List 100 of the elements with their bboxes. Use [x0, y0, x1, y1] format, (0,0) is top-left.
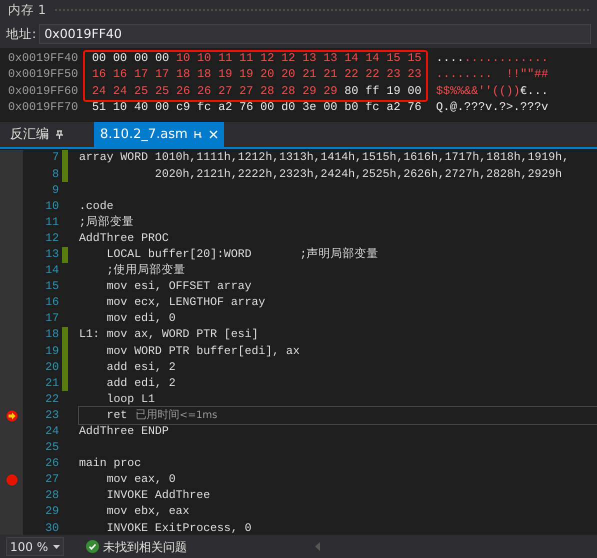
hex-byte: 23: [407, 66, 422, 83]
hex-byte: 28: [260, 82, 274, 99]
hex-byte: 20: [260, 66, 274, 83]
code-line: mov eax, 0: [106, 472, 176, 488]
code-line: add esi, 2: [106, 360, 176, 376]
hex-byte: 00: [113, 50, 128, 66]
hex-byte: 00: [323, 98, 338, 116]
code-line: AddThree ENDP: [79, 424, 169, 440]
hex-byte: 22: [344, 66, 358, 83]
hex-byte: 16: [113, 66, 128, 83]
hex-byte: 20: [281, 66, 296, 83]
hex-byte: 00: [134, 50, 148, 66]
hex-byte: 26: [197, 82, 212, 99]
hex-byte: 51: [92, 98, 106, 116]
issues-status: 未找到相关问题: [103, 538, 187, 556]
hex-byte: c9: [176, 98, 190, 116]
ascii-text: ....: [436, 50, 464, 66]
line-number: 15: [44, 279, 59, 296]
hex-byte: 27: [239, 82, 254, 99]
ascii-text: ............: [464, 50, 548, 66]
elapsed-time-value: <=1ms: [179, 409, 218, 424]
ascii-text: $$%%&&''(()): [436, 82, 520, 99]
code-line: L1: mov ax, WORD PTR [esi]: [79, 327, 258, 344]
code-line: array WORD 1010h,1111h,1212h,1313h,1414h,1515h,1616h,1717h,1818h,1919h,: [79, 150, 569, 166]
memory-address: 0x0019FF50: [7, 66, 80, 83]
hex-byte: 19: [239, 66, 254, 83]
memory-address: 0x0019FF40: [7, 50, 80, 66]
hex-byte: 10: [176, 50, 190, 66]
ascii-text: Q.@.???v.?>.???v: [436, 98, 548, 116]
code-line: INVOKE AddThree: [106, 488, 210, 504]
hex-byte: 22: [365, 66, 380, 83]
hex-byte: 00: [407, 82, 422, 99]
code-line: add edi, 2: [106, 376, 176, 392]
ascii-text: €...: [520, 82, 548, 99]
hex-byte: 00: [155, 50, 170, 66]
hex-byte: 80: [344, 82, 358, 99]
line-number: 23: [44, 408, 59, 424]
hex-byte: 18: [197, 66, 212, 83]
code-line: .code: [79, 198, 114, 215]
hex-byte: a2: [386, 98, 400, 116]
hex-byte: 24: [92, 82, 106, 99]
hex-byte: 14: [365, 50, 380, 66]
hex-byte: 13: [323, 50, 338, 66]
line-number: 26: [44, 456, 59, 472]
hex-byte: 25: [134, 82, 148, 99]
hex-byte: b0: [344, 98, 358, 116]
hex-byte: 00: [155, 98, 170, 116]
hex-byte: 12: [260, 50, 274, 66]
hex-byte: ff: [365, 82, 380, 99]
hex-byte: 19: [386, 82, 400, 99]
hex-byte: 19: [218, 66, 232, 83]
check-icon: [86, 540, 99, 553]
hex-byte: 00: [92, 50, 106, 66]
line-number: 27: [44, 472, 59, 488]
hex-byte: 16: [92, 66, 106, 83]
hex-byte: 10: [197, 50, 212, 66]
breakpoint-arrow-icon[interactable]: [6, 410, 18, 422]
panel-title: 内存 1: [8, 0, 46, 19]
hex-byte: 12: [281, 50, 296, 66]
hex-byte: 00: [260, 98, 274, 116]
code-line: main proc: [79, 456, 142, 472]
code-line: ;局部变量: [79, 214, 134, 231]
editor-tab[interactable]: 反汇编: [4, 122, 70, 147]
address-label: 地址:: [6, 24, 36, 43]
editor-tab[interactable]: 8.10.2_7.asm: [94, 122, 224, 147]
breakpoint-icon[interactable]: [6, 474, 18, 486]
hex-byte: 40: [134, 98, 148, 116]
hex-byte: 11: [218, 50, 232, 66]
code-line: ret: [106, 408, 128, 424]
line-number: 28: [44, 488, 59, 504]
hex-byte: 25: [155, 82, 170, 99]
hex-byte: 18: [176, 66, 190, 83]
close-icon[interactable]: [208, 130, 218, 139]
hex-byte: 21: [302, 66, 316, 83]
zoom-dropdown[interactable]: 100 %: [6, 537, 64, 556]
hex-byte: 17: [155, 66, 170, 83]
line-number: 30: [44, 520, 59, 535]
hex-byte: 24: [113, 82, 128, 99]
hex-byte: 10: [113, 98, 128, 116]
line-number: 8: [51, 166, 59, 183]
caret-icon: [53, 544, 60, 548]
line-number: 10: [44, 198, 59, 215]
line-number: 25: [44, 440, 59, 456]
hex-byte: d0: [281, 98, 296, 116]
line-number: 18: [44, 327, 59, 344]
hex-byte: 15: [386, 50, 400, 66]
line-number: 20: [44, 360, 59, 376]
code-line: mov esi, OFFSET array: [106, 279, 252, 296]
hex-byte: a2: [218, 98, 232, 116]
hex-byte: 23: [386, 66, 400, 83]
address-field[interactable]: 0x0019FF40: [39, 24, 591, 44]
code-line: mov ecx, LENGTHOF array: [106, 295, 266, 312]
line-number: 7: [51, 150, 59, 166]
zoom-value: 100 %: [10, 538, 48, 556]
code-line: mov edi, 0: [106, 311, 176, 328]
hex-byte: 76: [407, 98, 422, 116]
memory-address: 0x0019FF70: [7, 98, 80, 116]
hex-byte: 14: [344, 50, 358, 66]
code-line: 2020h,2121h,2222h,2323h,2424h,2525h,2626h,2727h,2828h,2929h: [154, 166, 562, 183]
memory-address: 0x0019FF60: [7, 82, 80, 99]
